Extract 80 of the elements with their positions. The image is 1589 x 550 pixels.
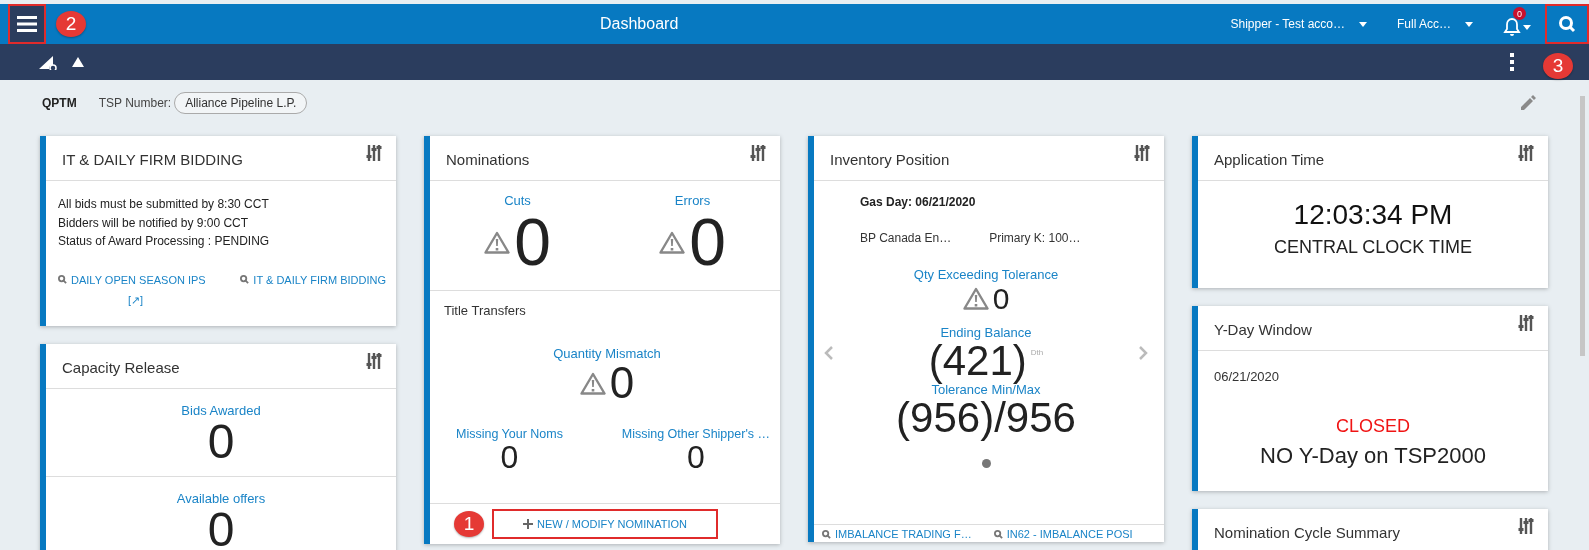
annotation-marker: 1 (454, 511, 484, 537)
metric-link[interactable]: Missing Other Shipper's … (621, 427, 770, 441)
signal-gear-icon[interactable] (38, 54, 58, 70)
annotation-marker: 3 (1543, 53, 1573, 79)
metric-value: 0 (500, 441, 519, 473)
metric-value: 0 (689, 208, 726, 278)
metric-link[interactable]: Available offers (176, 490, 266, 506)
more-icon[interactable] (1509, 53, 1515, 71)
tune-icon[interactable] (366, 144, 382, 162)
metric-link[interactable]: Cuts (504, 193, 531, 208)
card-title: Nomination Cycle Summary (1214, 523, 1400, 541)
gas-day: Gas Day: 06/21/2020 (860, 195, 1148, 209)
metric-link[interactable]: Ending Balance (940, 325, 1032, 340)
unit-label: Dth (1030, 348, 1044, 357)
metric-value: 0 (207, 418, 235, 466)
caret-icon (1523, 24, 1531, 30)
clock-time: 12:03:34 PM (1293, 199, 1453, 231)
tsp-label: TSP Number: (98, 96, 172, 110)
caret-icon (1465, 21, 1473, 27)
access-dropdown[interactable]: Full Acc… (1387, 17, 1483, 31)
metric-link[interactable]: Qty Exceeding Tolerance (913, 267, 1059, 282)
search-icon (822, 529, 831, 539)
tune-icon[interactable] (1518, 517, 1534, 535)
page-dot[interactable] (981, 459, 991, 468)
new-nomination-button[interactable]: NEW / MODIFY NOMINATION (492, 509, 718, 539)
contract-number: Primary K: 100… (989, 231, 1081, 245)
page-title: Dashboard (600, 15, 679, 33)
metric-link[interactable]: Bids Awarded (181, 403, 261, 418)
card-title: IT & DAILY FIRM BIDDING (62, 150, 243, 168)
card-title: Nominations (446, 150, 530, 168)
y-day-message: NO Y-Day on TSP2000 (1260, 443, 1486, 469)
tune-icon[interactable] (366, 352, 382, 370)
menu-button[interactable] (8, 4, 46, 44)
search-icon (240, 275, 250, 284)
tune-icon[interactable] (1518, 144, 1534, 162)
scrollbar[interactable] (1580, 96, 1585, 356)
triangle-icon[interactable] (72, 57, 84, 67)
bell-icon (1503, 17, 1521, 37)
status-text: CLOSED (1336, 416, 1410, 437)
card-title: Capacity Release (62, 358, 180, 376)
plus-icon (523, 519, 534, 529)
metric-value: 0 (207, 505, 235, 550)
metric-value: 0 (992, 282, 1010, 315)
bidding-notice: All bids must be submitted by 8:30 CCT Bidders will be notified by 9:00 CCT Status of Award Processing : PENDING (58, 196, 271, 250)
search-icon (1558, 15, 1576, 33)
metric-link[interactable]: Quantity Mismatch (553, 346, 661, 361)
search-link[interactable]: IN62 - IMBALANCE POSI (993, 528, 1133, 540)
metric-value: 0 (609, 361, 635, 405)
metric-value: 0 (686, 441, 705, 473)
metric-link[interactable]: Errors (674, 193, 711, 208)
search-link[interactable]: DAILY OPEN SEASON IPS (58, 273, 206, 286)
notification-count: 0 (1513, 7, 1526, 20)
company-code: QPTM (42, 96, 77, 110)
search-icon (993, 529, 1003, 539)
party-name: BP Canada En… (860, 231, 952, 245)
metric-link[interactable]: Missing Your Noms (456, 427, 563, 441)
clock-caption: CENTRAL CLOCK TIME (1273, 237, 1472, 258)
menu-icon (17, 15, 37, 33)
external-link[interactable]: [↗] (128, 293, 144, 307)
notifications-button[interactable]: 0 (1497, 6, 1537, 42)
card-title: Y-Day Window (1214, 320, 1312, 338)
card-title: Inventory Position (830, 150, 950, 168)
tune-icon[interactable] (750, 144, 766, 162)
metric-value: (956)/956 (896, 397, 1076, 439)
search-link[interactable]: IMBALANCE TRADING F… (822, 528, 972, 540)
tune-icon[interactable] (1518, 314, 1534, 332)
account-dropdown[interactable]: Shipper - Test acco… (1220, 17, 1377, 31)
annotation-marker: 2 (56, 11, 86, 37)
caret-icon (1359, 21, 1367, 27)
pencil-icon[interactable] (1519, 94, 1537, 112)
metric-value: (421) (928, 340, 1027, 382)
y-day-date: 06/21/2020 (1214, 369, 1280, 384)
tune-icon[interactable] (1134, 144, 1150, 162)
search-button[interactable] (1545, 4, 1589, 44)
section-title: Title Transfers (444, 303, 527, 318)
search-icon (58, 275, 67, 284)
metric-value: 0 (514, 208, 551, 278)
search-link[interactable]: IT & DAILY FIRM BIDDING (240, 273, 386, 286)
tsp-chip[interactable]: Alliance Pipeline L.P. (174, 92, 308, 114)
card-title: Application Time (1214, 150, 1325, 168)
